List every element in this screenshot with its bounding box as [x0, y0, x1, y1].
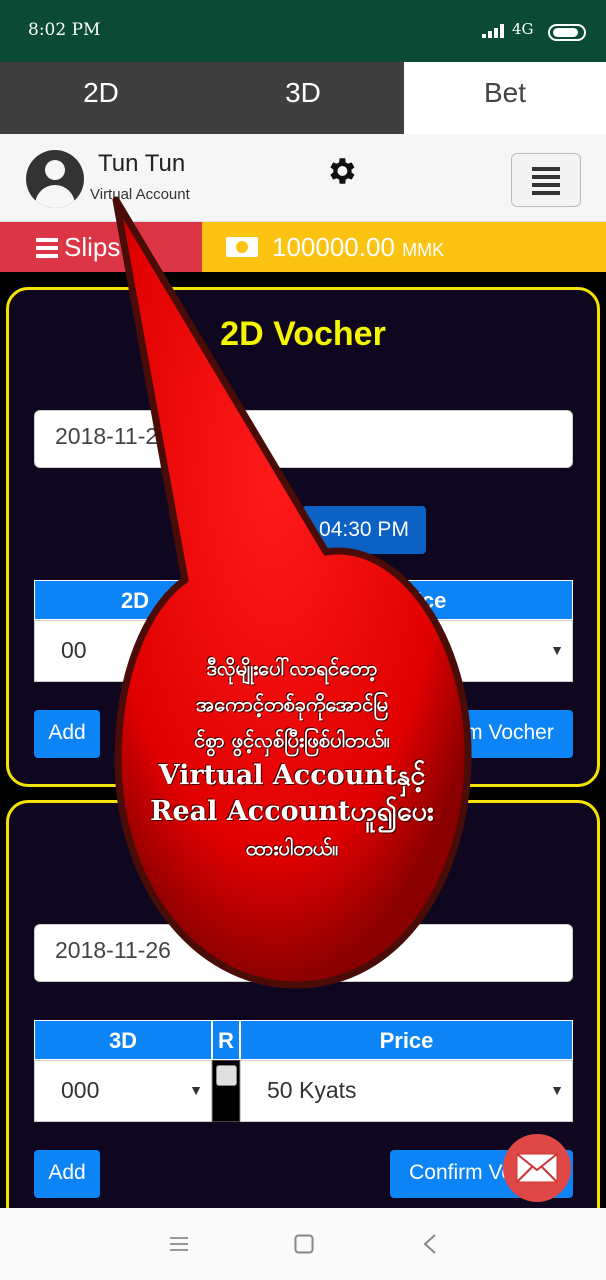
callout-message: ဒီလိုမျိုးပေါ်လာရင်တော့ အကောင့်တစ်ခုကိုအ… [122, 650, 462, 866]
add-button-3d[interactable]: Add [34, 1150, 100, 1198]
time-option-noon[interactable]: 12:01 PM [180, 506, 300, 554]
balance-amount: 100000.00 MMK [272, 232, 445, 262]
mail-button[interactable] [503, 1134, 571, 1202]
money-icon [226, 237, 258, 257]
back-icon[interactable] [422, 1234, 438, 1254]
callout-line: အကောင့်တစ်ခုကိုအောင်မြ [195, 692, 389, 716]
chevron-down-icon: ▼ [189, 1082, 203, 1098]
callout-line: Virtual Accountနှင့် [158, 760, 426, 791]
price-select-3d[interactable]: 50 Kyats ▼ [240, 1060, 573, 1122]
menu-button[interactable] [511, 153, 581, 207]
tab-bar: 2D 3D Bet [0, 62, 606, 134]
home-icon[interactable] [294, 1234, 314, 1254]
signal-icon [482, 24, 504, 38]
column-header-price: Price [266, 580, 573, 620]
slips-label: Slips [64, 232, 121, 262]
tab-2d[interactable]: 2D [0, 62, 202, 134]
chevron-down-icon: ▼ [550, 1082, 564, 1098]
battery-icon [548, 24, 586, 41]
network-label: 4G [512, 20, 534, 38]
avatar-icon[interactable] [26, 150, 84, 208]
column-header-r: R [236, 580, 266, 620]
tab-bet[interactable]: Bet [404, 62, 606, 134]
voucher-2d-date-input[interactable]: 2018-11-26 [34, 410, 573, 468]
callout-line: Real Accountဟူ၍ပေး [150, 796, 434, 827]
slips-button[interactable]: Slips [0, 222, 202, 272]
balance-currency: MMK [402, 240, 445, 260]
callout-line: ထားပါတယ်။ [245, 836, 339, 860]
add-button-2d[interactable]: Add [34, 710, 100, 758]
status-time: 8:02 PM [28, 20, 101, 40]
menu-nav-icon[interactable] [170, 1235, 188, 1253]
gear-icon[interactable] [324, 154, 358, 188]
column-header-price: Price [240, 1020, 573, 1060]
voucher-2d-title: 2D Vocher [220, 315, 386, 353]
column-header-2d: 2D [34, 580, 236, 620]
callout-line: င်စွာ ဖွင့်လှစ်ပြီးဖြစ်ပါတယ်။ [194, 728, 390, 752]
callout-line: ဒီလိုမျိုးပေါ်လာရင်တော့ [206, 656, 378, 680]
tab-3d[interactable]: 3D [202, 62, 404, 134]
list-icon [36, 238, 58, 258]
balance-bar: 100000.00 MMK [202, 222, 606, 272]
account-name: Tun Tun [98, 150, 186, 177]
time-option-evening[interactable]: 04:30 PM [302, 506, 426, 554]
navigation-bar [0, 1208, 606, 1280]
chevron-down-icon: ▼ [550, 642, 564, 658]
status-bar: 8:02 PM 4G [0, 0, 606, 62]
column-header-r: R [212, 1020, 240, 1060]
account-type: Virtual Account [90, 186, 190, 203]
mail-icon [516, 1153, 558, 1183]
reverse-checkbox[interactable] [216, 1065, 237, 1086]
reverse-cell [212, 1060, 240, 1122]
column-header-3d: 3D [34, 1020, 212, 1060]
number-select-3d[interactable]: 000 ▼ [34, 1060, 212, 1122]
voucher-3d-date-input[interactable]: 2018-11-26 [34, 924, 573, 982]
